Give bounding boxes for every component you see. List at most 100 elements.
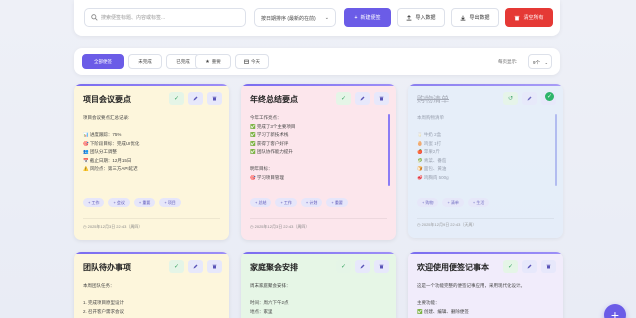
note-card[interactable]: 年终总结要点 ✓ 今年工作亮点： ✅ 完成了3个主要项目 ✅ 学习了新技术栈 ✅…: [241, 84, 396, 240]
note-line: 🎯 下阶段目标：完成UI优化: [83, 140, 140, 146]
upload-icon: [406, 14, 412, 21]
check-icon: ✓: [173, 264, 180, 270]
tag[interactable]: + 重要: [326, 198, 348, 207]
note-line: [83, 123, 220, 132]
import-label: 导入数据: [415, 15, 436, 21]
search-box[interactable]: [84, 8, 246, 27]
new-note-button[interactable]: + 新建便签: [344, 8, 391, 27]
edit-button[interactable]: [355, 92, 370, 105]
tag[interactable]: + 生活: [467, 198, 490, 207]
note-card[interactable]: 团队待办事项 ✓ 本周团队任务： 1. 完成项目原型设计 2. 召开客户需求会议: [74, 252, 229, 318]
filter-important[interactable]: ★ 重要: [195, 54, 231, 69]
tag-label: 会议: [116, 199, 125, 205]
tag[interactable]: + 购物: [417, 198, 439, 207]
delete-button[interactable]: [207, 92, 222, 105]
tag-list: + 工作 + 会议 + 重要 + 项目: [83, 198, 181, 207]
tag[interactable]: + 清单: [442, 198, 464, 207]
sort-select[interactable]: 按日期排序 (最新的在前) ⌄: [254, 8, 336, 27]
note-line: 周末家庭聚会安排：: [250, 283, 291, 288]
tag[interactable]: + 计划: [300, 198, 323, 207]
delete-button[interactable]: [207, 260, 222, 273]
filter-today-label: 今天: [251, 58, 260, 64]
plus-icon: +: [354, 14, 358, 21]
note-card[interactable]: 家庭聚会安排 ✓ 周末家庭聚会安排： 时间：周六下午2点 地点：家里: [241, 252, 396, 318]
floating-add-button[interactable]: +: [604, 304, 626, 318]
star-icon: ★: [205, 58, 210, 65]
tag[interactable]: + 工作: [275, 198, 297, 207]
edit-button[interactable]: [188, 92, 203, 105]
tag-label: 重要: [142, 199, 151, 205]
note-line: [417, 291, 554, 300]
complete-button[interactable]: ✓: [169, 260, 184, 273]
check-icon: ✓: [507, 264, 514, 270]
complete-button[interactable]: ✓: [169, 92, 184, 105]
new-note-label: 新建便签: [360, 15, 381, 21]
trash-icon: [379, 264, 384, 269]
tag-list: + 购物 + 清单 + 生活: [417, 198, 490, 207]
clear-all-button[interactable]: 清空所有: [505, 8, 553, 27]
delete-button[interactable]: [541, 260, 556, 273]
clear-all-label: 清空所有: [523, 15, 544, 21]
filter-today[interactable]: 今天: [235, 54, 269, 69]
filter-all[interactable]: 全部便签: [82, 54, 124, 69]
trash-icon: [379, 96, 384, 101]
note-line: 本周团队任务：: [83, 283, 115, 288]
note-title: 项目会议要点: [83, 95, 131, 104]
note-line: 🥬 青菜、番茄: [417, 157, 447, 163]
note-content: 今年工作亮点： ✅ 完成了3个主要项目 ✅ 学习了新技术栈 ✅ 获得了客户好评 …: [250, 114, 387, 182]
note-line: 项目会议要点汇总记录:: [83, 115, 130, 120]
note-line: ✅ 完成了3个主要项目: [250, 123, 296, 129]
complete-button[interactable]: ✓: [336, 92, 351, 105]
note-line: 🥩 鸡胸肉 500g: [417, 174, 449, 180]
card-accent-line: [74, 84, 229, 86]
note-line: 明年目标：: [250, 166, 273, 171]
card-actions: ✓: [336, 92, 389, 105]
complete-button[interactable]: ✓: [336, 260, 351, 273]
tag-label: 生活: [476, 199, 485, 205]
tag-label: 清单: [450, 199, 459, 205]
card-divider: [250, 218, 387, 219]
note-date-text: 2025年12月9日 22:43（天周）: [421, 222, 477, 227]
note-title: 团队待办事项: [83, 263, 131, 272]
note-card[interactable]: 欢迎使用便签记事本 ✓ 这是一个功能完整的便签记事应用，采用现代化设计。 主要功…: [408, 252, 563, 318]
card-accent-line: [74, 252, 229, 254]
note-card-completed[interactable]: 购物清单 ↺ 本周购物清单 🥛 牛奶 2盒 🥚 鸡蛋 1打 🍎 苹果2斤 🥬 青…: [408, 84, 563, 238]
check-icon: ✓: [340, 264, 347, 270]
tag[interactable]: + 重要: [133, 198, 156, 207]
note-line: ⚠️ 风险点：第三方API延迟: [83, 166, 138, 171]
tag[interactable]: + 总结: [250, 198, 272, 207]
search-input[interactable]: [101, 12, 241, 24]
calendar-icon: [244, 59, 249, 64]
tag[interactable]: + 项目: [159, 198, 181, 207]
trash-icon: [212, 264, 217, 269]
trash-icon: [514, 15, 520, 21]
note-line: 🥚 鸡蛋 1打: [417, 140, 442, 146]
note-content: 本周购物清单 🥛 牛奶 2盒 🥚 鸡蛋 1打 🍎 苹果2斤 🥬 青菜、番茄 🍞 …: [417, 114, 554, 182]
note-line: 👥 团队分工调整: [83, 149, 117, 154]
note-date: ◷ 2025年12月9日 22:43（天周）: [417, 222, 476, 228]
edit-button[interactable]: [355, 260, 370, 273]
edit-button[interactable]: [188, 260, 203, 273]
delete-button[interactable]: [374, 260, 389, 273]
import-button[interactable]: 导入数据: [397, 8, 445, 27]
note-line: ✅ 团队协作能力提升: [250, 149, 293, 154]
undo-button[interactable]: ↺: [503, 92, 518, 105]
card-actions: ✓: [336, 260, 389, 273]
delete-button[interactable]: [374, 92, 389, 105]
edit-button[interactable]: [522, 260, 537, 273]
tag[interactable]: + 工作: [83, 198, 105, 207]
note-line: 主要功能：: [417, 300, 440, 305]
filter-bar: 全部便签 未完成 已完成 ★ 重要 今天 每页显示: 9个 ⌄: [74, 48, 560, 75]
filter-incomplete[interactable]: 未完成: [128, 54, 162, 69]
note-line: 🍎 苹果2斤: [417, 149, 440, 154]
tag[interactable]: + 会议: [108, 198, 130, 207]
note-line: 🍞 面包、黄油: [417, 166, 447, 171]
edit-button[interactable]: [522, 92, 537, 105]
export-button[interactable]: 导出数据: [451, 8, 499, 27]
perpage-select[interactable]: 9个 ⌄: [528, 54, 552, 69]
complete-button[interactable]: ✓: [503, 260, 518, 273]
trash-icon: [546, 264, 551, 269]
note-card[interactable]: 项目会议要点 ✓ 项目会议要点汇总记录: 📊 进度跟踪：75% 🎯 下阶段目标：…: [74, 84, 229, 240]
content-scrollbar[interactable]: [555, 114, 557, 186]
content-scrollbar[interactable]: [388, 114, 390, 186]
